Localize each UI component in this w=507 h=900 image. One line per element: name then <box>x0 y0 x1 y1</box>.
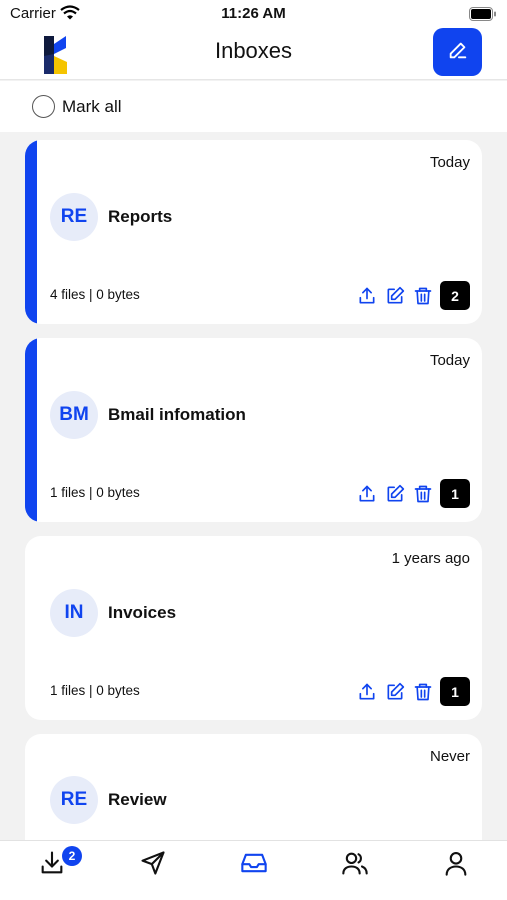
inbox-avatar: BM <box>50 391 98 439</box>
pencil-icon <box>447 39 469 66</box>
tab-send[interactable] <box>133 849 173 881</box>
tab-profile[interactable] <box>436 849 476 881</box>
upload-icon[interactable] <box>354 283 380 309</box>
inbox-meta: 4 files | 0 bytes <box>50 287 140 302</box>
inbox-avatar: RE <box>50 776 98 824</box>
edit-icon[interactable] <box>382 481 408 507</box>
compose-button[interactable] <box>433 28 482 76</box>
inbox-list[interactable]: Today RE Reports 4 files | 0 bytes 2 Tod… <box>0 132 507 840</box>
inbox-card[interactable]: Today RE Reports 4 files | 0 bytes 2 <box>25 140 482 324</box>
mark-all-radio[interactable] <box>32 95 55 118</box>
trash-icon[interactable] <box>410 679 436 705</box>
inbox-actions: 1 <box>352 677 470 706</box>
tab-users[interactable] <box>335 849 375 881</box>
inbox-actions: 2 <box>352 281 470 310</box>
inbox-card[interactable]: 1 years ago IN Invoices 1 files | 0 byte… <box>25 536 482 720</box>
send-icon <box>139 849 167 882</box>
inbox-time: Today <box>429 154 470 171</box>
inbox-avatar: IN <box>50 589 98 637</box>
downloads-badge: 2 <box>62 846 82 866</box>
inbox-avatar: RE <box>50 193 98 241</box>
inbox-meta: 1 files | 0 bytes <box>50 485 140 500</box>
inbox-time: Today <box>429 352 470 369</box>
inbox-name: Review <box>108 790 167 809</box>
inbox-name: Invoices <box>108 603 177 622</box>
inbox-card[interactable]: Today BM Bmail infomation 1 files | 0 by… <box>25 338 482 522</box>
mark-all-row[interactable]: Mark all <box>0 81 507 132</box>
edit-icon[interactable] <box>382 679 408 705</box>
mark-all-label: Mark all <box>62 97 122 116</box>
inbox-meta: 1 files | 0 bytes <box>50 683 140 698</box>
inbox-name: Reports <box>108 207 173 226</box>
inbox-time: 1 years ago <box>391 550 470 567</box>
battery-icon <box>469 7 497 26</box>
inbox-count-badge: 1 <box>440 479 470 508</box>
upload-icon[interactable] <box>354 679 380 705</box>
inbox-icon <box>239 849 269 882</box>
inbox-count-badge: 2 <box>440 281 470 310</box>
page-title: Inboxes <box>214 38 293 63</box>
profile-icon <box>442 849 470 882</box>
header: Inboxes <box>0 28 507 80</box>
trash-icon[interactable] <box>410 481 436 507</box>
inbox-time: Never <box>429 748 470 765</box>
tab-inbox[interactable] <box>234 849 274 881</box>
inbox-actions: 1 <box>352 479 470 508</box>
status-time: 11:26 AM <box>221 5 286 22</box>
inbox-card[interactable]: Never RE Review <box>25 734 482 840</box>
status-bar: Carrier 11:26 AM <box>0 0 507 28</box>
edit-icon[interactable] <box>382 283 408 309</box>
trash-icon[interactable] <box>410 283 436 309</box>
inbox-name: Bmail infomation <box>108 405 246 424</box>
users-icon <box>340 849 370 882</box>
inbox-count-badge: 1 <box>440 677 470 706</box>
tab-bar: 2 <box>0 840 507 900</box>
upload-icon[interactable] <box>354 481 380 507</box>
